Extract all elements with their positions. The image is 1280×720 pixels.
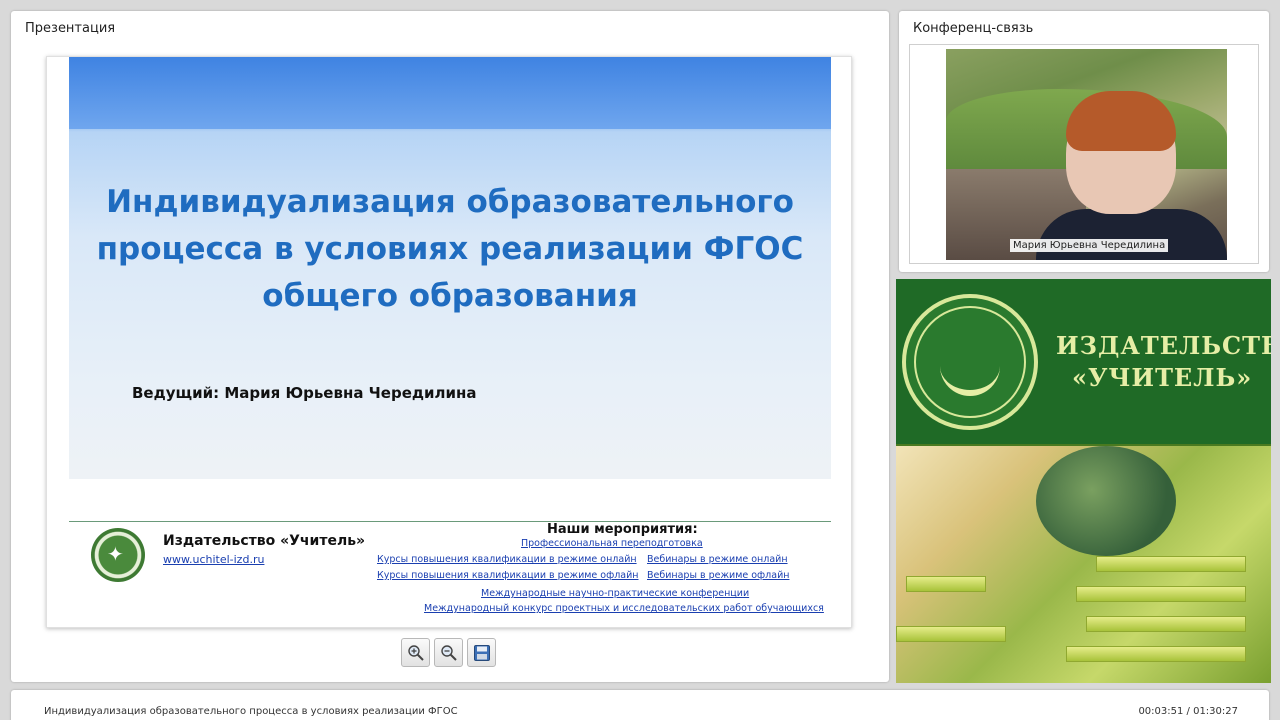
book-illustration [906, 576, 986, 592]
participant-body [1036, 209, 1227, 260]
slide-footer: ✦ Издательство «Учитель» www.uchitel-izd… [69, 522, 831, 627]
participant-name-label: Мария Юрьевна Чередилина [1010, 239, 1169, 252]
playback-time: 00:03:51 / 01:30:27 [1138, 706, 1238, 717]
participant-hair [1066, 91, 1176, 151]
conference-panel: Конференц-связь Мария Юрьевна Чередилина [899, 11, 1269, 272]
presentation-panel: Презентация Индивидуализация образовател… [11, 11, 889, 682]
publisher-banner: ИЗДАТЕЛЬСТВО «УЧИТЕЛЬ» [896, 279, 1271, 683]
globe-illustration [1036, 446, 1176, 556]
bottom-bar: Индивидуализация образовательного процес… [11, 690, 1269, 720]
event-link[interactable]: Профессиональная переподготовка [521, 538, 703, 549]
slide-header-band [69, 57, 831, 129]
zoom-in-icon [407, 644, 424, 661]
zoom-in-button[interactable] [401, 638, 430, 667]
save-icon [473, 644, 490, 661]
zoom-out-button[interactable] [434, 638, 463, 667]
event-link[interactable]: Международный конкурс проектных и исслед… [424, 603, 824, 614]
event-link[interactable]: Вебинары в режиме офлайн [647, 570, 789, 581]
book-illustration [1086, 616, 1246, 632]
webinar-title: Индивидуализация образовательного процес… [44, 706, 458, 717]
slide-presenter: Ведущий: Мария Юрьевна Чередилина [132, 384, 477, 402]
participant-video[interactable]: Мария Юрьевна Чередилина [946, 49, 1227, 260]
footer-url-link[interactable]: www.uchitel-izd.ru [163, 553, 264, 566]
publisher-emblem-icon [902, 294, 1038, 430]
banner-text-line1: ИЗДАТЕЛЬСТВО [1056, 331, 1271, 360]
banner-text-line2: «УЧИТЕЛЬ» [1072, 363, 1253, 392]
slide-toolbar [401, 638, 496, 668]
event-link[interactable]: Курсы повышения квалификации в режиме он… [377, 554, 637, 565]
presentation-panel-title: Презентация [25, 21, 116, 36]
footer-events-title: Наши мероприятия: [547, 522, 698, 537]
zoom-out-icon [440, 644, 457, 661]
event-link[interactable]: Вебинары в режиме онлайн [647, 554, 788, 565]
book-illustration [896, 626, 1006, 642]
slide: Индивидуализация образовательного процес… [46, 56, 852, 628]
video-frame: Мария Юрьевна Чередилина [909, 44, 1259, 264]
book-illustration [1076, 586, 1246, 602]
book-illustration [1096, 556, 1246, 572]
slide-title: Индивидуализация образовательного процес… [96, 184, 804, 314]
save-button[interactable] [467, 638, 496, 667]
footer-publisher: Издательство «Учитель» [163, 533, 366, 549]
book-illustration [1066, 646, 1246, 662]
banner-header: ИЗДАТЕЛЬСТВО «УЧИТЕЛЬ» [896, 279, 1271, 444]
banner-image [896, 446, 1271, 683]
emblem-book-mark [940, 326, 1000, 396]
conference-panel-title: Конференц-связь [913, 21, 1034, 36]
publisher-logo-icon: ✦ [91, 528, 145, 582]
event-link[interactable]: Международные научно-практические конфер… [481, 588, 749, 599]
event-link[interactable]: Курсы повышения квалификации в режиме оф… [377, 570, 639, 581]
